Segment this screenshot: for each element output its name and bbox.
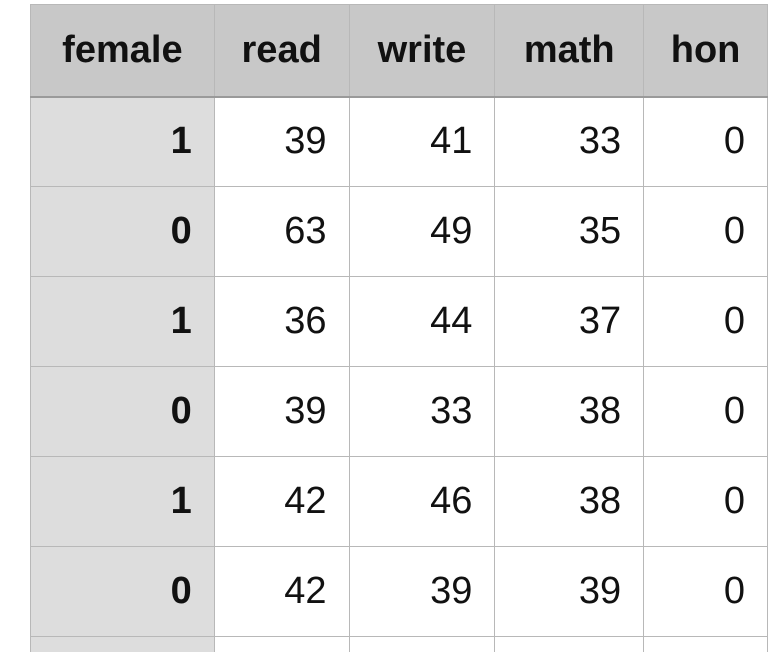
table-cell[interactable]: 0: [643, 366, 768, 457]
column-header-female[interactable]: female: [30, 4, 215, 98]
table-cell[interactable]: 39: [494, 546, 645, 637]
table-cell[interactable]: 49: [348, 186, 496, 277]
table-cell[interactable]: [213, 636, 350, 652]
table-cell[interactable]: 33: [348, 366, 496, 457]
table-cell[interactable]: 46: [348, 456, 496, 547]
table-cell[interactable]: 39: [213, 96, 350, 187]
table-cell[interactable]: 63: [213, 186, 350, 277]
row-header-cell[interactable]: 0: [30, 366, 215, 457]
row-header-cell[interactable]: 1: [30, 96, 215, 187]
table-row: 1 39 41 33 0: [30, 96, 768, 187]
table-cell[interactable]: 35: [494, 186, 645, 277]
table-cell[interactable]: 42: [213, 456, 350, 547]
table-cell[interactable]: [348, 636, 496, 652]
column-header-math[interactable]: math: [494, 4, 645, 98]
table-cell[interactable]: 42: [213, 546, 350, 637]
table-row: 0 63 49 35 0: [30, 186, 768, 277]
column-header-hon[interactable]: hon: [643, 4, 768, 98]
row-header-cell[interactable]: 0: [30, 546, 215, 637]
table-cell[interactable]: 38: [494, 456, 645, 547]
table-row: 1 36 44 37 0: [30, 276, 768, 367]
row-header-cell[interactable]: 1: [30, 276, 215, 367]
table-row: 0 39 33 38 0: [30, 366, 768, 457]
table-cell[interactable]: 33: [494, 96, 645, 187]
table-cell[interactable]: [643, 636, 768, 652]
table-cell[interactable]: 0: [643, 456, 768, 547]
header-row: female read write math hon: [30, 4, 768, 98]
column-header-write[interactable]: write: [348, 4, 496, 98]
row-header-cell[interactable]: [30, 636, 215, 652]
row-header-cell[interactable]: 1: [30, 456, 215, 547]
table-row: 1 42 46 38 0: [30, 456, 768, 547]
table-cell[interactable]: 39: [213, 366, 350, 457]
table-cell[interactable]: 37: [494, 276, 645, 367]
table-cell[interactable]: [494, 636, 645, 652]
table-cell[interactable]: 0: [643, 186, 768, 277]
table-cell[interactable]: 36: [213, 276, 350, 367]
table-cell[interactable]: 44: [348, 276, 496, 367]
data-table-view: female read write math hon 1 39 41 33 0 …: [30, 4, 768, 652]
table-cell[interactable]: 39: [348, 546, 496, 637]
table-cell[interactable]: 38: [494, 366, 645, 457]
row-header-cell[interactable]: 0: [30, 186, 215, 277]
table-cell[interactable]: 41: [348, 96, 496, 187]
table-row-partial: [30, 636, 768, 652]
table-cell[interactable]: 0: [643, 96, 768, 187]
table-cell[interactable]: 0: [643, 546, 768, 637]
table-row: 0 42 39 39 0: [30, 546, 768, 637]
data-table: female read write math hon 1 39 41 33 0 …: [30, 4, 768, 652]
table-cell[interactable]: 0: [643, 276, 768, 367]
column-header-read[interactable]: read: [213, 4, 350, 98]
